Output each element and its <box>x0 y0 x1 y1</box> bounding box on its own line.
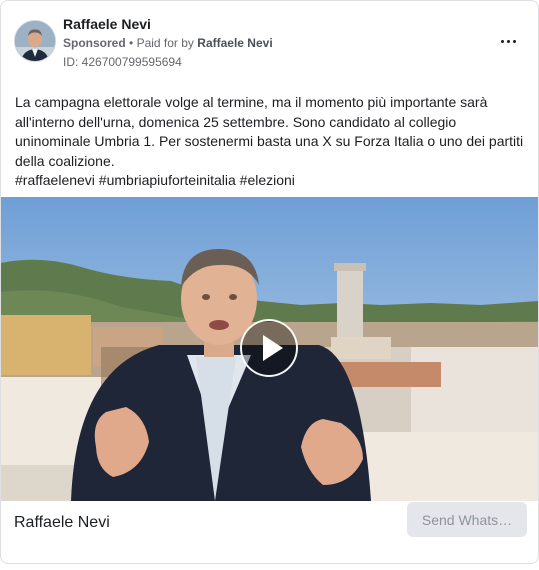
more-options-icon[interactable] <box>496 30 520 52</box>
more-dot <box>506 39 510 43</box>
paid-for-by-label: Paid for by <box>136 36 194 50</box>
sponsored-label: Sponsored <box>63 36 126 50</box>
ad-body-text: La campagna elettorale volge al termine,… <box>15 93 525 191</box>
ad-card: Raffaele Nevi Sponsored • Paid for by Ra… <box>0 0 539 564</box>
paid-for-by-name[interactable]: Raffaele Nevi <box>197 36 272 50</box>
ad-body-paragraph: La campagna elettorale volge al termine,… <box>15 94 524 169</box>
sponsored-line: Sponsored • Paid for by Raffaele Nevi <box>63 36 273 50</box>
send-whatsapp-button[interactable]: Send Whats… <box>407 502 527 537</box>
ad-hashtags[interactable]: #raffaelenevi #umbriapiuforteinitalia #e… <box>15 171 525 191</box>
avatar-image <box>15 21 55 61</box>
advertiser-avatar[interactable] <box>14 20 56 62</box>
advertiser-name[interactable]: Raffaele Nevi <box>63 16 151 32</box>
ad-id: ID: 426700799595694 <box>63 55 182 69</box>
play-icon[interactable] <box>240 319 298 377</box>
more-dot <box>512 39 516 43</box>
separator-dot: • <box>129 36 137 50</box>
footer-page-name[interactable]: Raffaele Nevi <box>14 514 110 532</box>
more-dot <box>500 39 504 43</box>
